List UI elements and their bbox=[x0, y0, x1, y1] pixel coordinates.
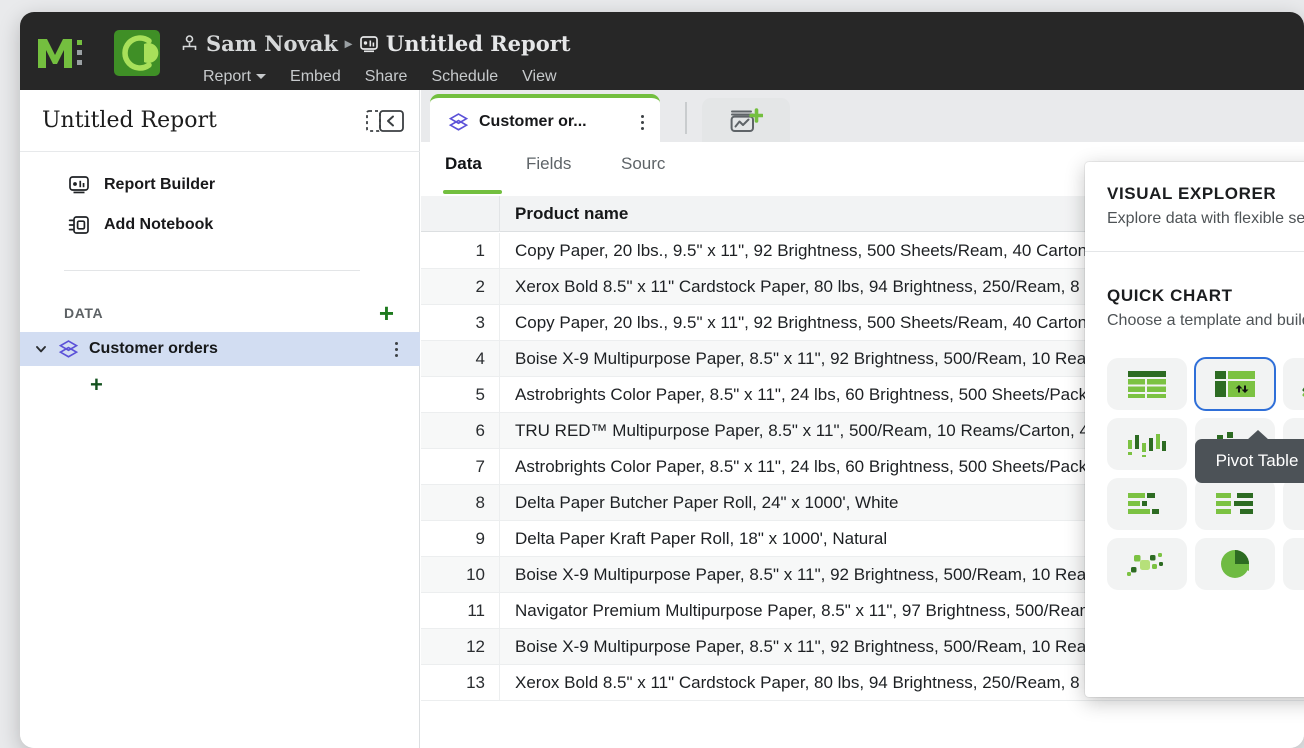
row-number: 13 bbox=[421, 665, 500, 701]
sidebar-item-report-builder[interactable]: Report Builder bbox=[20, 165, 420, 205]
menu-item-schedule[interactable]: Schedule bbox=[431, 68, 498, 86]
app-window: Sam Novak ▸ Untitled Report Report Embed… bbox=[20, 12, 1304, 748]
tab-label: Customer or... bbox=[479, 113, 587, 130]
dataset-icon bbox=[58, 339, 79, 360]
template-grouped-hbar[interactable] bbox=[1195, 478, 1275, 530]
template-horizontal-bar[interactable] bbox=[1283, 478, 1304, 530]
breadcrumb: Sam Novak ▸ Untitled Report bbox=[180, 31, 570, 56]
row-number-header bbox=[421, 196, 500, 232]
report-title[interactable]: Untitled Report bbox=[386, 31, 571, 56]
row-number: 9 bbox=[421, 521, 500, 557]
sidebar-item-customer-orders[interactable]: Customer orders bbox=[20, 332, 420, 366]
chevron-down-icon[interactable] bbox=[34, 342, 48, 356]
sidebar-data-label: DATA bbox=[64, 305, 104, 321]
sidebar: Untitled Report Report Builder Add Noteb… bbox=[20, 90, 420, 748]
top-bar: Sam Novak ▸ Untitled Report Report Embed… bbox=[20, 12, 1304, 90]
row-number: 5 bbox=[421, 377, 500, 413]
sidebar-collapse-button[interactable] bbox=[364, 108, 404, 134]
template-scatter-plot[interactable] bbox=[1107, 538, 1187, 590]
report-builder-icon bbox=[68, 174, 90, 196]
sidebar-item-label: Report Builder bbox=[104, 176, 216, 193]
row-number: 8 bbox=[421, 485, 500, 521]
add-chart-icon bbox=[729, 108, 763, 136]
sidebar-links: Report Builder Add Notebook bbox=[20, 165, 420, 245]
template-stacked-hbar[interactable] bbox=[1107, 478, 1187, 530]
tab-fields[interactable]: Fields bbox=[526, 154, 571, 174]
top-menu: Report Embed Share Schedule View bbox=[203, 68, 557, 86]
tab-data[interactable]: Data bbox=[445, 154, 482, 174]
visual-explorer-title: VISUAL EXPLORER bbox=[1107, 184, 1277, 203]
sidebar-header: Untitled Report bbox=[20, 90, 420, 152]
tooltip-label: Pivot Table bbox=[1215, 451, 1299, 470]
add-notebook-icon bbox=[68, 214, 90, 236]
row-number: 12 bbox=[421, 629, 500, 665]
row-number: 11 bbox=[421, 593, 500, 629]
c-app-logo[interactable] bbox=[114, 30, 160, 76]
tab-separator bbox=[685, 102, 687, 134]
chevron-down-icon bbox=[256, 74, 267, 79]
report-icon bbox=[359, 34, 379, 54]
chart-template-popup: VISUAL EXPLORER Explore data with flexib… bbox=[1085, 162, 1304, 697]
chart-template-tooltip: Pivot Table bbox=[1195, 430, 1304, 483]
breadcrumb-separator-icon: ▸ bbox=[344, 35, 352, 51]
row-number: 3 bbox=[421, 305, 500, 341]
person-icon bbox=[180, 34, 199, 53]
menu-item-embed[interactable]: Embed bbox=[290, 68, 341, 86]
row-number: 10 bbox=[421, 557, 500, 593]
row-number: 4 bbox=[421, 341, 500, 377]
add-dataset-child-button[interactable]: + bbox=[90, 372, 103, 398]
sidebar-title: Untitled Report bbox=[42, 108, 217, 133]
row-number: 7 bbox=[421, 449, 500, 485]
sidebar-data-header: DATA + bbox=[20, 298, 420, 328]
row-number: 2 bbox=[421, 269, 500, 305]
template-table[interactable] bbox=[1107, 358, 1187, 410]
template-float-bar-chart[interactable] bbox=[1107, 418, 1187, 470]
visual-explorer-subtitle: Explore data with flexible setup bbox=[1107, 210, 1304, 227]
template-line-chart[interactable] bbox=[1283, 358, 1304, 410]
sidebar-item-label: Add Notebook bbox=[104, 216, 214, 233]
more-options-icon[interactable] bbox=[395, 341, 420, 357]
dataset-icon bbox=[448, 112, 469, 133]
breadcrumb-owner[interactable]: Sam Novak bbox=[206, 31, 338, 56]
template-donut-chart[interactable] bbox=[1283, 538, 1304, 590]
quick-chart-title: QUICK CHART bbox=[1107, 286, 1233, 305]
tab-more-options-icon[interactable] bbox=[641, 114, 650, 130]
visual-explorer-option[interactable]: VISUAL EXPLORER Explore data with flexib… bbox=[1085, 162, 1304, 252]
template-pie-chart[interactable] bbox=[1195, 538, 1275, 590]
row-number: 6 bbox=[421, 413, 500, 449]
tab-customer-orders[interactable]: Customer or... bbox=[430, 94, 660, 146]
main-panel: Customer or... Data Fields Sourc Product… bbox=[421, 90, 1304, 748]
sidebar-divider bbox=[64, 270, 360, 271]
tab-source[interactable]: Sourc bbox=[621, 154, 665, 174]
tab-strip: Customer or... bbox=[421, 90, 1304, 146]
add-chart-tab-button[interactable] bbox=[702, 98, 790, 146]
column-header-product-name[interactable]: Product name bbox=[515, 204, 628, 224]
menu-item-view[interactable]: View bbox=[522, 68, 556, 86]
add-data-button[interactable]: + bbox=[379, 300, 394, 326]
sidebar-item-add-notebook[interactable]: Add Notebook bbox=[20, 205, 420, 245]
row-number: 1 bbox=[421, 233, 500, 269]
template-pivot-table[interactable] bbox=[1194, 357, 1276, 411]
mode-m-logo[interactable] bbox=[36, 36, 92, 70]
sidebar-item-label: Customer orders bbox=[89, 340, 218, 357]
menu-item-report[interactable]: Report bbox=[203, 68, 267, 86]
quick-chart-subtitle: Choose a template and build a view bbox=[1107, 312, 1304, 329]
menu-item-share[interactable]: Share bbox=[365, 68, 408, 86]
active-tab-indicator bbox=[443, 190, 502, 194]
